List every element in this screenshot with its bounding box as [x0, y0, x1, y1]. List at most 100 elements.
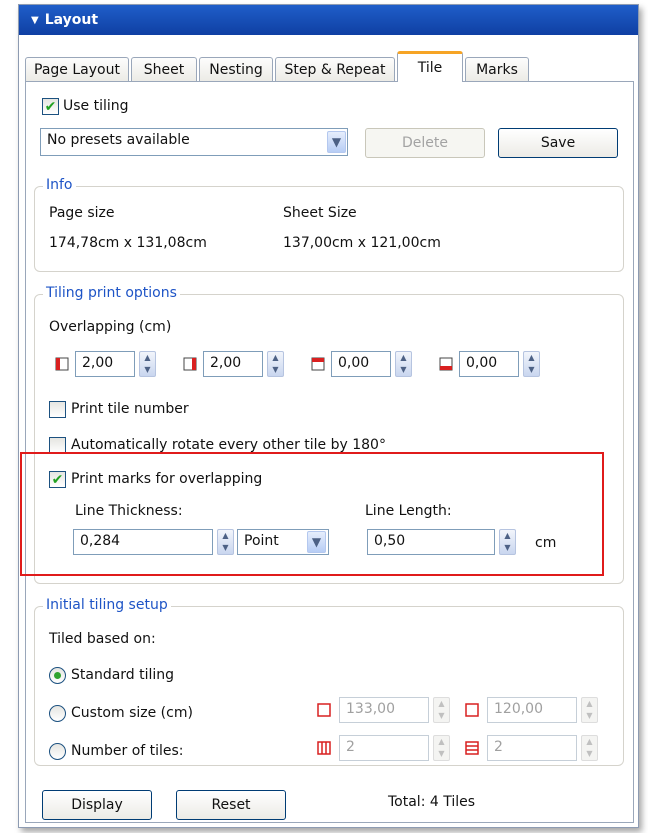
tab-label: Tile [417, 60, 443, 76]
custom-height-value: 120,00 [494, 701, 543, 717]
standard-tiling-label: Standard tiling [71, 667, 175, 683]
tile-rows-input[interactable]: 2 [487, 735, 577, 761]
overlap-top-input[interactable]: 0,00 [331, 351, 391, 377]
spin-up-icon[interactable]: ▲ [438, 700, 444, 708]
layout-window: ▼ Layout Page Layout Sheet Nesting Step … [18, 4, 639, 828]
custom-size-label: Custom size (cm) [71, 705, 193, 721]
overlap-bottom-icon [439, 357, 453, 371]
initial-setup-legend: Initial tiling setup [43, 597, 171, 613]
overlap-left-input[interactable]: 2,00 [75, 351, 135, 377]
tile-height-icon [465, 703, 479, 717]
spin-down-icon[interactable]: ▼ [586, 712, 592, 720]
spin-up-icon[interactable]: ▲ [400, 354, 406, 362]
tab-nesting[interactable]: Nesting [199, 57, 273, 81]
tab-marks[interactable]: Marks [465, 57, 529, 81]
title-bar[interactable]: ▼ Layout [19, 5, 638, 35]
tile-columns-input[interactable]: 2 [339, 735, 429, 761]
info-legend: Info [43, 177, 76, 193]
spin-up-icon[interactable]: ▲ [438, 738, 444, 746]
custom-height-input[interactable]: 120,00 [487, 697, 577, 723]
tiled-based-on-label: Tiled based on: [49, 631, 156, 647]
overlap-right-icon [183, 357, 197, 371]
tab-strip: Page Layout Sheet Nesting Step & Repeat … [25, 51, 635, 82]
print-tile-number-checkbox[interactable] [49, 401, 66, 418]
sheet-size-label: Sheet Size [283, 205, 357, 221]
page-size-label: Page size [49, 205, 115, 221]
spin-down-icon[interactable]: ▼ [438, 750, 444, 758]
spin-down-icon[interactable]: ▼ [400, 366, 406, 374]
initial-tiling-setup-group: Initial tiling setup Tiled based on: Sta… [34, 597, 624, 766]
info-group: Info Page size Sheet Size 174,78cm x 131… [34, 177, 624, 272]
overlap-right-spinner[interactable]: ▲ ▼ [267, 351, 284, 377]
page-size-value: 174,78cm x 131,08cm [49, 235, 207, 251]
tile-rows-spinner[interactable]: ▲ ▼ [581, 735, 598, 761]
tile-width-icon [317, 703, 331, 717]
spin-up-icon[interactable]: ▲ [528, 354, 534, 362]
preset-dropdown[interactable]: No presets available [40, 128, 348, 156]
spin-down-icon[interactable]: ▼ [438, 712, 444, 720]
spin-up-icon[interactable]: ▲ [586, 738, 592, 746]
overlap-top-value: 0,00 [338, 355, 370, 371]
spin-down-icon[interactable]: ▼ [586, 750, 592, 758]
custom-width-value: 133,00 [346, 701, 395, 717]
tile-columns-icon [317, 741, 331, 755]
spin-down-icon[interactable]: ▼ [528, 366, 534, 374]
spin-down-icon[interactable]: ▼ [272, 366, 278, 374]
tab-sheet[interactable]: Sheet [131, 57, 197, 81]
tab-tile[interactable]: Tile [397, 51, 463, 82]
chevron-down-icon[interactable]: ▼ [327, 131, 346, 153]
tile-columns-value: 2 [346, 739, 355, 755]
tab-label: Sheet [143, 61, 185, 78]
custom-size-radio[interactable] [49, 705, 66, 722]
save-button[interactable]: Save [498, 128, 618, 158]
overlap-bottom-input[interactable]: 0,00 [459, 351, 519, 377]
tab-page-layout[interactable]: Page Layout [25, 57, 129, 81]
custom-height-spinner[interactable]: ▲ ▼ [581, 697, 598, 723]
overlapping-label: Overlapping (cm) [49, 319, 172, 335]
tile-rows-icon [465, 741, 479, 755]
number-of-tiles-label: Number of tiles: [71, 743, 184, 759]
tab-label: Nesting [209, 61, 263, 78]
tiling-print-legend: Tiling print options [43, 285, 180, 301]
spin-down-icon[interactable]: ▼ [144, 366, 150, 374]
checkmark-icon: ✔ [44, 98, 57, 115]
use-tiling-checkbox[interactable]: ✔ [42, 98, 59, 115]
sheet-size-value: 137,00cm x 121,00cm [283, 235, 441, 251]
delete-button[interactable]: Delete [365, 128, 485, 158]
custom-width-spinner[interactable]: ▲ ▼ [433, 697, 450, 723]
overlap-marks-highlight [20, 452, 604, 576]
tile-rows-value: 2 [494, 739, 503, 755]
spin-up-icon[interactable]: ▲ [586, 700, 592, 708]
reset-button[interactable]: Reset [176, 790, 286, 820]
tab-step-repeat[interactable]: Step & Repeat [275, 57, 395, 81]
overlap-top-spinner[interactable]: ▲ ▼ [395, 351, 412, 377]
tab-label: Step & Repeat [284, 61, 386, 78]
spin-up-icon[interactable]: ▲ [144, 354, 150, 362]
tab-label: Marks [476, 61, 518, 78]
window-title: Layout [44, 12, 99, 28]
tab-label: Page Layout [34, 61, 120, 78]
custom-width-input[interactable]: 133,00 [339, 697, 429, 723]
save-label: Save [540, 135, 576, 151]
standard-tiling-radio[interactable] [49, 667, 66, 684]
print-tile-number-label: Print tile number [71, 401, 189, 417]
delete-label: Delete [402, 135, 448, 151]
use-tiling-label: Use tiling [63, 98, 129, 114]
overlap-left-spinner[interactable]: ▲ ▼ [139, 351, 156, 377]
display-label: Display [71, 797, 123, 813]
collapse-triangle-icon[interactable]: ▼ [31, 15, 39, 26]
number-of-tiles-radio[interactable] [49, 743, 66, 760]
overlap-top-icon [311, 357, 325, 371]
display-button[interactable]: Display [42, 790, 152, 820]
auto-rotate-label: Automatically rotate every other tile by… [71, 437, 386, 453]
preset-value: No presets available [47, 132, 190, 148]
tile-columns-spinner[interactable]: ▲ ▼ [433, 735, 450, 761]
total-tiles: Total: 4 Tiles [388, 794, 476, 810]
spin-up-icon[interactable]: ▲ [272, 354, 278, 362]
overlap-right-input[interactable]: 2,00 [203, 351, 263, 377]
overlap-left-icon [55, 357, 69, 371]
overlap-right-value: 2,00 [210, 355, 242, 371]
overlap-bottom-spinner[interactable]: ▲ ▼ [523, 351, 540, 377]
overlap-bottom-value: 0,00 [466, 355, 498, 371]
overlap-left-value: 2,00 [82, 355, 114, 371]
